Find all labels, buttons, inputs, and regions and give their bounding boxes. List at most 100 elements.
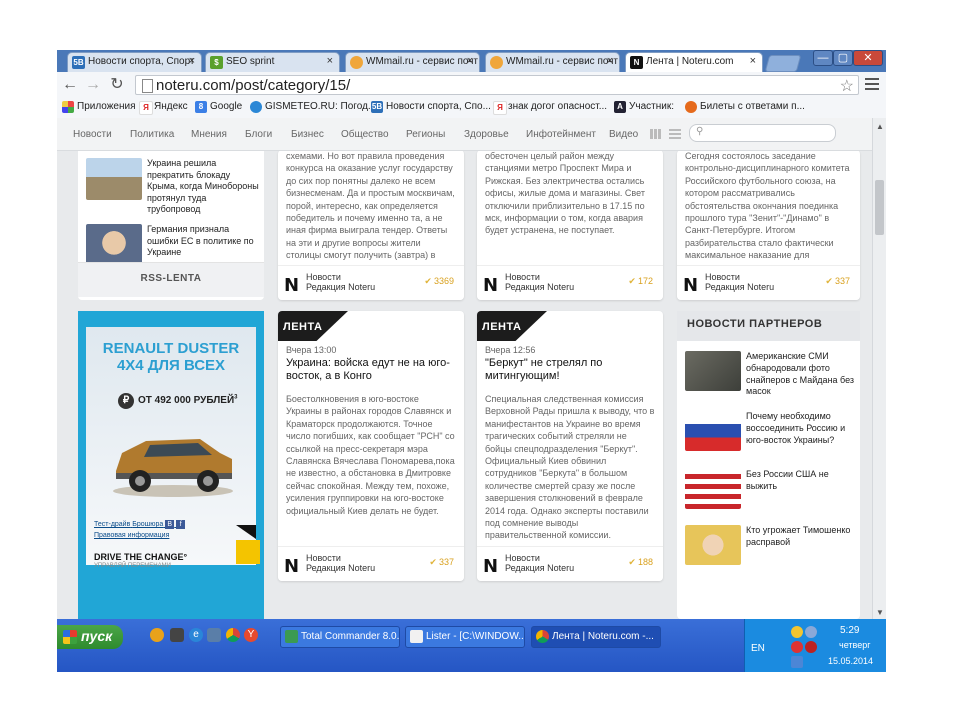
grid-view-icon[interactable] (650, 129, 662, 139)
tab-sport-news[interactable]: 5B Новости спорта, Спорт × (67, 52, 202, 72)
task-lister[interactable]: Lister - [C:\WINDOW... (405, 626, 525, 648)
language-indicator[interactable]: EN (751, 643, 765, 654)
nav-politics[interactable]: Политика (130, 129, 174, 140)
bookmark-gismeteo[interactable]: GISMETEO.RU: Погод... (250, 101, 376, 113)
tab-wmmail-2[interactable]: WMmail.ru - сервис почт × (485, 52, 620, 72)
nav-opinions[interactable]: Мнения (191, 129, 227, 140)
tab-label: Лента | Noteru.com (646, 56, 734, 67)
volume-icon[interactable] (791, 641, 803, 653)
card-category[interactable]: Новости (306, 553, 341, 563)
card-category[interactable]: Новости (705, 272, 740, 282)
ad-subheadline: 4X4 ДЛЯ ВСЕХ (116, 357, 226, 374)
news-card[interactable]: схемами. Но вот правила проведения конку… (278, 150, 464, 300)
news-card[interactable]: Сегодня состоялось заседание контрольно-… (677, 150, 860, 300)
tab-wmmail-1[interactable]: WMmail.ru - сервис почт × (345, 52, 480, 72)
card-author: Редакция Noteru (505, 282, 575, 292)
facebook-icon: f (176, 520, 186, 529)
network-icon[interactable] (791, 656, 803, 668)
card-headline[interactable]: Украина: войска едут не на юго-восток, а… (286, 357, 454, 383)
bookmark-star-icon[interactable]: ☆ (840, 76, 854, 96)
clock-time[interactable]: 5:29 (840, 625, 859, 636)
nav-infotainment[interactable]: Инфотейнмент (526, 129, 596, 140)
card-category[interactable]: Новости (505, 272, 540, 282)
chrome-icon (536, 630, 549, 643)
noteru-logo-icon: N (284, 275, 300, 296)
bookmark-sport-news[interactable]: 5B Новости спорта, Спо... (371, 101, 491, 113)
news-card[interactable]: ЛЕНТА Вчера 13:00 Украина: войска едут н… (278, 311, 464, 581)
news-card[interactable]: обесточен целый район между станциями ме… (477, 150, 663, 300)
bookmark-apps[interactable]: Приложения (62, 101, 136, 113)
close-icon[interactable]: × (189, 55, 195, 67)
partner-title: Почему необходимо воссоединить Россию и … (746, 411, 846, 445)
news-title: Украина решила прекратить блокаду Крыма,… (147, 158, 259, 214)
circle-icon (685, 101, 697, 113)
windows-taskbar: пуск e Y Total Commander 8.0... Lister -… (57, 619, 886, 672)
bookmark-google[interactable]: 8 Google (195, 101, 242, 113)
page-scrollbar[interactable]: ▲ ▼ (872, 118, 886, 619)
news-card[interactable]: ЛЕНТА Вчера 12:56 "Беркут" не стрелял по… (477, 311, 663, 581)
likes-count: ✔ 337 (429, 557, 454, 567)
antivirus-icon[interactable] (805, 641, 817, 653)
card-footer: N Новости Редакция Noteru ✔ 188 (477, 546, 663, 581)
card-category[interactable]: Новости (306, 272, 341, 282)
maximize-button[interactable]: ▢ (833, 50, 853, 66)
new-tab-button[interactable] (764, 55, 802, 72)
minimize-button[interactable]: — (813, 50, 833, 66)
close-icon[interactable]: × (467, 55, 473, 67)
close-icon[interactable]: × (607, 55, 613, 67)
yandex-browser-icon[interactable]: Y (244, 628, 258, 642)
site-search-input[interactable]: ⚲ (689, 124, 836, 142)
ie-icon[interactable]: e (189, 628, 203, 642)
ad-links[interactable]: Тест-драйв Брошюра B f (94, 520, 186, 529)
close-window-button[interactable]: ✕ (853, 50, 883, 66)
start-button[interactable]: пуск (57, 625, 123, 649)
card-text: схемами. Но вот правила проведения конку… (286, 151, 455, 261)
check-icon: ✔ (825, 276, 833, 286)
partner-thumbnail (685, 351, 741, 391)
bookmark-sign[interactable]: Язнак догог опасност... (493, 101, 607, 115)
ad-legal-link[interactable]: Правовая информация (94, 532, 169, 539)
bookmark-yandex[interactable]: Я Яндекс (139, 101, 188, 115)
card-author: Редакция Noteru (505, 563, 575, 573)
rss-link[interactable]: RSS-LENTA (78, 262, 264, 297)
bookmark-tickets[interactable]: Билеты с ответами п... (685, 101, 805, 113)
tab-strip: 5B Новости спорта, Спорт × $ SEO sprint … (57, 50, 886, 72)
nav-regions[interactable]: Регионы (406, 129, 445, 140)
nav-society[interactable]: Общество (341, 129, 389, 140)
nav-blogs[interactable]: Блоги (245, 129, 272, 140)
task-total-commander[interactable]: Total Commander 8.0... (280, 626, 400, 648)
nav-news[interactable]: Новости (73, 129, 112, 140)
close-icon[interactable]: × (750, 55, 756, 67)
bookmark-participant[interactable]: A Участник: (614, 101, 674, 113)
nav-health[interactable]: Здоровье (464, 129, 509, 140)
reload-icon[interactable]: ↻ (108, 76, 126, 94)
noteru-icon: N (630, 56, 643, 69)
task-chrome-noteru[interactable]: Лента | Noteru.com -... (531, 626, 661, 648)
forward-arrow-icon[interactable]: → (84, 76, 102, 94)
quicklaunch-icon[interactable] (150, 628, 164, 642)
card-headline[interactable]: "Беркут" не стрелял по митингующим! (485, 357, 653, 383)
renault-ad-banner[interactable]: RENAULT DUSTER 4X4 ДЛЯ ВСЕХ ₽ ОТ 492 000 … (78, 311, 264, 619)
wmmail-icon (350, 56, 363, 69)
close-icon[interactable]: × (327, 55, 333, 67)
news-thumbnail (86, 158, 142, 200)
noteru-logo-icon: N (483, 556, 499, 577)
tab-noteru[interactable]: N Лента | Noteru.com × (625, 52, 763, 72)
scrollbar-thumb[interactable] (875, 180, 884, 235)
nav-business[interactable]: Бизнес (291, 129, 324, 140)
address-bar[interactable]: noteru.com/post/category/15/ ☆ (135, 75, 859, 95)
nav-video[interactable]: Видео (609, 129, 638, 140)
likes-count: ✔ 3369 (424, 276, 454, 286)
tray-icon[interactable] (805, 626, 817, 638)
list-view-icon[interactable] (669, 129, 681, 139)
card-author: Редакция Noteru (306, 282, 376, 292)
desktop-icon[interactable] (207, 628, 221, 642)
card-category[interactable]: Новости (505, 553, 540, 563)
menu-icon[interactable] (865, 78, 879, 92)
quicklaunch-icon[interactable] (170, 628, 184, 642)
back-arrow-icon[interactable]: ← (61, 76, 79, 94)
chrome-icon[interactable] (226, 628, 240, 642)
card-time: Вчера 12:56 (485, 345, 536, 355)
tab-seo-sprint[interactable]: $ SEO sprint × (205, 52, 340, 72)
tray-icon[interactable] (791, 626, 803, 638)
